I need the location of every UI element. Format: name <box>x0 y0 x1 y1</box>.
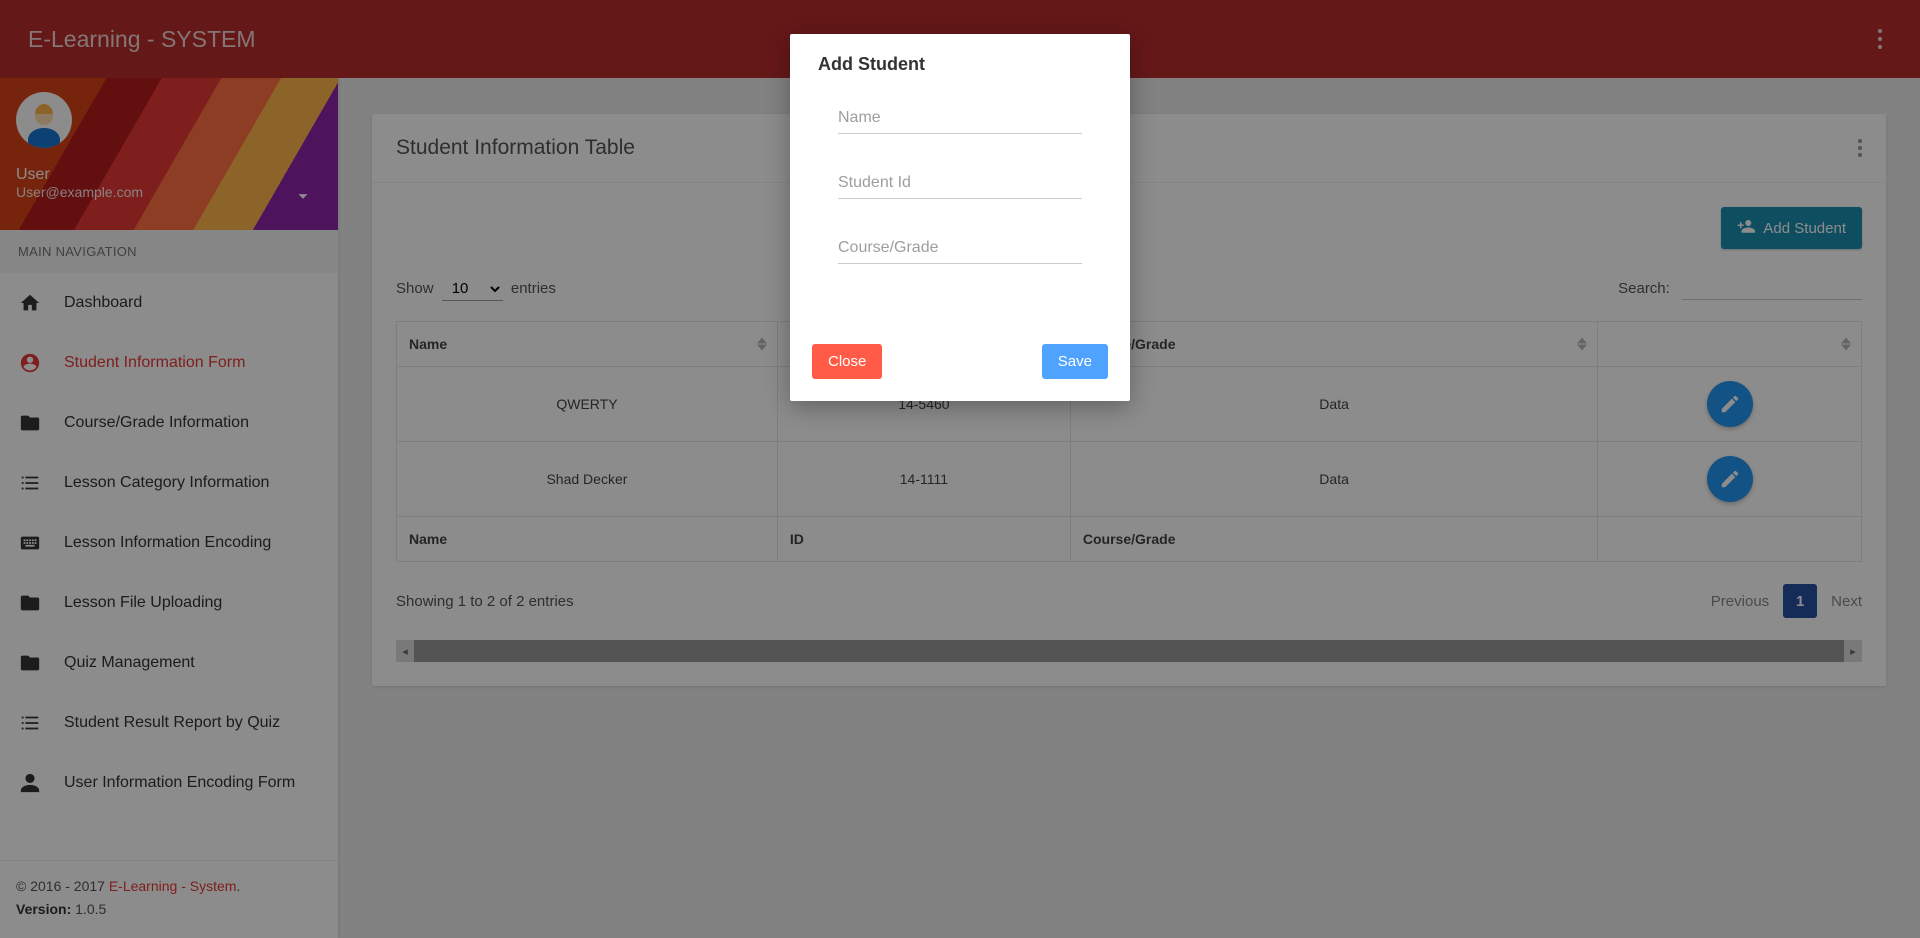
student-id-input[interactable] <box>838 168 1082 199</box>
modal-title: Add Student <box>790 34 1130 85</box>
add-student-modal: Add Student Close Save <box>790 34 1130 401</box>
modal-close-button[interactable]: Close <box>812 344 882 379</box>
student-name-input[interactable] <box>838 103 1082 134</box>
student-course-input[interactable] <box>838 233 1082 264</box>
modal-save-button[interactable]: Save <box>1042 344 1108 379</box>
